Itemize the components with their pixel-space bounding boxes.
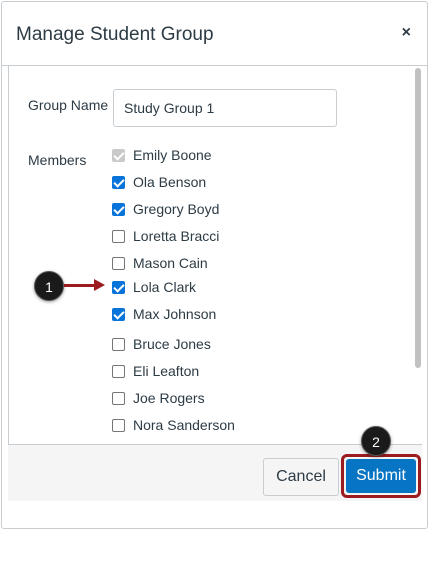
members-label: Members [28,152,87,168]
member-item-loretta-bracci[interactable]: Loretta Bracci [112,226,219,246]
member-name: Bruce Jones [133,336,211,352]
member-checkbox[interactable] [112,202,125,216]
member-name: Max Johnson [133,306,217,322]
member-item-ola-benson[interactable]: Ola Benson [112,172,206,192]
member-item-max-johnson[interactable]: Max Johnson [112,304,216,324]
member-name: Gregory Boyd [133,201,220,217]
close-icon[interactable]: × [402,24,411,42]
member-checkbox[interactable] [112,337,125,351]
member-checkbox[interactable] [112,175,125,189]
submit-button-highlight: Submit [341,454,421,498]
member-item-lola-clark[interactable]: Lola Clark [112,277,196,297]
member-item-joe-rogers[interactable]: Joe Rogers [112,388,205,408]
group-name-label: Group Name [28,97,109,113]
member-item-emily-boone: Emily Boone [112,145,212,165]
member-checkbox[interactable] [112,364,125,378]
member-checkbox[interactable] [112,229,125,243]
member-item-mason-cain[interactable]: Mason Cain [112,253,208,273]
member-name: Nora Sanderson [133,417,235,433]
member-name: Loretta Bracci [133,228,220,244]
group-name-input[interactable]: Study Group 1 [113,89,337,127]
callout-arrow-line [64,284,96,287]
dialog-body: Group Name Study Group 1 Members Emily B… [8,66,415,444]
member-checkbox[interactable] [112,256,125,270]
member-checkbox [112,148,125,162]
member-item-gregory-boyd[interactable]: Gregory Boyd [112,199,219,219]
member-checkbox[interactable] [112,280,125,294]
member-item-bruce-jones[interactable]: Bruce Jones [112,334,211,354]
callout-badge-1: 1 [34,271,64,301]
callout-badge-2: 2 [361,426,391,456]
member-name: Emily Boone [133,147,212,163]
member-name: Ola Benson [133,174,207,190]
callout-arrow-head-icon [94,279,105,291]
member-item-eli-leafton[interactable]: Eli Leafton [112,361,199,381]
member-item-nora-sanderson[interactable]: Nora Sanderson [112,415,235,435]
member-name: Mason Cain [133,255,208,271]
member-checkbox[interactable] [112,418,125,432]
dialog-title: Manage Student Group [16,24,214,45]
cancel-button[interactable]: Cancel [263,458,339,496]
member-name: Lola Clark [133,279,197,295]
member-name: Eli Leafton [133,363,200,379]
member-checkbox[interactable] [112,391,125,405]
member-name: Joe Rogers [133,390,205,406]
dialog-header: Manage Student Group × [2,2,427,66]
member-checkbox[interactable] [112,307,125,321]
scrollbar-thumb[interactable] [415,68,421,368]
submit-button[interactable]: Submit [346,459,416,493]
dialog-footer: Cancel Submit [8,444,422,501]
scrollbar[interactable] [412,68,424,442]
